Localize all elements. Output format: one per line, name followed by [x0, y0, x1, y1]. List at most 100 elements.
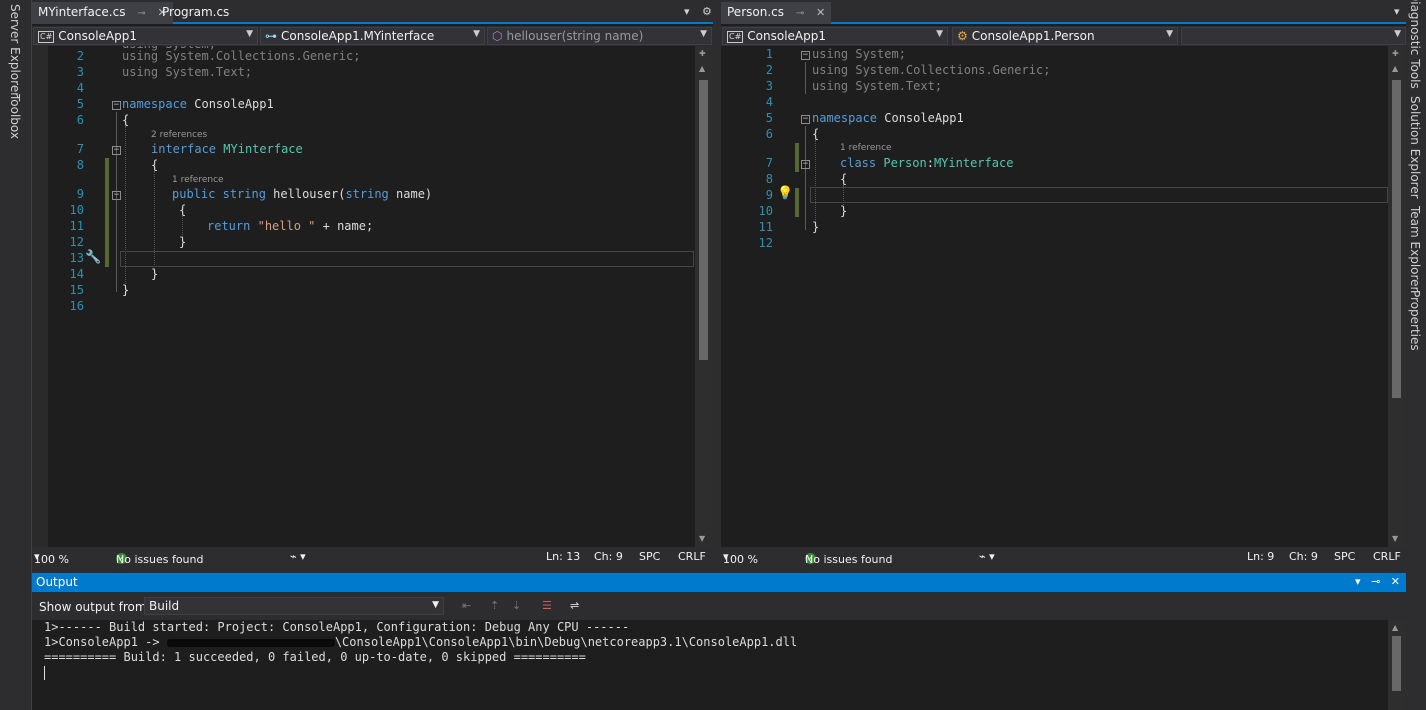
server-explorer-tab[interactable]: Server Explorer — [8, 4, 22, 97]
split-icon[interactable]: ✚ — [1392, 49, 1399, 58]
line-number: 2 — [76, 49, 84, 63]
pin-icon[interactable]: ⊸ — [1371, 575, 1380, 588]
code-line: { — [812, 127, 820, 141]
output-panel: Output ▾ ⊸ ✕ Show output from: Build ▼ ⇤… — [32, 573, 1406, 710]
properties-tab[interactable]: Properties — [1408, 290, 1422, 351]
right-vertical-scrollbar[interactable]: ✚ ▲ ▼ — [1388, 46, 1406, 547]
collapse-toggle[interactable]: − — [112, 146, 121, 155]
whitespace-indicator: SPC — [1334, 550, 1356, 563]
split-icon[interactable]: ✚ — [699, 49, 706, 58]
glyph-margin — [32, 46, 48, 547]
code-line: using System; — [812, 47, 906, 61]
codelens-references[interactable]: 1 reference — [172, 175, 224, 185]
right-tool-strip: Diagnostic Tools Solution Explorer Team … — [1406, 0, 1426, 710]
line-ending-indicator[interactable]: CRLF — [678, 550, 706, 563]
code-line: namespace ConsoleApp1 — [122, 97, 274, 111]
scrollbar-thumb[interactable] — [1392, 636, 1401, 691]
close-icon[interactable]: ✕ — [816, 6, 825, 19]
output-line: ========== Build: 1 succeeded, 0 failed,… — [44, 650, 586, 664]
diagnostic-tools-tab[interactable]: Diagnostic Tools — [1408, 0, 1422, 89]
code-line: } — [179, 235, 187, 249]
chevron-down-icon: ▼ — [1166, 29, 1173, 39]
right-code-editor[interactable]: 1 2 3 4 5 6 7 8 9 10 11 12 − − − using S… — [737, 46, 1388, 547]
line-ending-indicator[interactable]: CRLF — [1373, 550, 1401, 563]
tab-list-dropdown-icon[interactable]: ▾ — [684, 5, 690, 18]
output-text[interactable]: 1>------ Build started: Project: Console… — [44, 620, 797, 665]
pin-icon[interactable]: ⊸ — [137, 8, 145, 19]
toolbox-tab[interactable]: Toolbox — [8, 94, 22, 139]
type-dropdown[interactable]: ⚙ ConsoleApp1.Person ▼ — [952, 27, 1178, 45]
codelens-references[interactable]: 2 references — [151, 130, 207, 140]
brush-icon[interactable]: ⌁ ▾ — [979, 550, 995, 563]
team-explorer-tab[interactable]: Team Explorer — [1408, 206, 1422, 292]
output-line: 1>------ Build started: Project: Console… — [44, 620, 630, 634]
collapse-toggle[interactable]: − — [112, 101, 121, 110]
type-dropdown[interactable]: ⊶ ConsoleApp1.MYinterface ▼ — [260, 27, 485, 45]
line-number: 11 — [758, 220, 773, 234]
lightbulb-icon[interactable]: 💡 — [777, 186, 793, 201]
member-dropdown[interactable]: ▼ — [1181, 27, 1406, 45]
indent-guide — [125, 126, 126, 296]
fold-line — [805, 62, 806, 94]
clear-all-icon[interactable]: ☰ — [542, 599, 552, 612]
collapse-toggle[interactable]: − — [801, 51, 810, 60]
current-line-highlight — [810, 187, 1388, 203]
chevron-down-icon: ▼ — [700, 29, 707, 39]
line-number: 4 — [765, 95, 773, 109]
project-dropdown[interactable]: C# ConsoleApp1 ▼ — [33, 27, 258, 45]
left-vertical-scrollbar[interactable]: ✚ ▲ ▼ — [695, 46, 713, 547]
codelens-references[interactable]: 1 reference — [840, 143, 892, 153]
redacted-path — [166, 638, 335, 647]
zoom-dropdown[interactable]: 100 % ▾ — [723, 550, 758, 566]
tab-list-dropdown-icon[interactable]: ▾ — [1394, 5, 1400, 18]
left-navigation-bar: C# ConsoleApp1 ▼ ⊶ ConsoleApp1.MYinterface ▼… — [32, 26, 713, 46]
output-source-dropdown[interactable]: Build ▼ — [144, 597, 444, 615]
tab-label: Person.cs — [727, 5, 784, 19]
zoom-dropdown[interactable]: 100 % ▾ — [34, 550, 69, 566]
indent-guide — [815, 140, 816, 226]
text-cursor — [44, 666, 45, 680]
next-message-icon[interactable]: ⇣ — [512, 599, 521, 612]
window-menu-icon[interactable]: ▾ — [1355, 575, 1361, 588]
show-output-label: Show output from: — [39, 600, 151, 614]
find-message-icon[interactable]: ⇤ — [462, 599, 471, 612]
previous-message-icon[interactable]: ⇡ — [490, 599, 499, 612]
code-line: interface MYinterface — [151, 142, 303, 156]
close-icon[interactable]: ✕ — [1391, 575, 1400, 588]
line-number: 3 — [765, 79, 773, 93]
scrollbar-thumb[interactable] — [699, 80, 708, 360]
line-number: 3 — [76, 65, 84, 79]
tab-person[interactable]: Person.cs ⊸ ✕ — [721, 2, 832, 24]
line-number: 10 — [758, 204, 773, 218]
line-indicator: Ln: 9 — [1247, 550, 1275, 563]
line-number: 5 — [765, 111, 773, 125]
chevron-down-icon: ▼ — [246, 29, 253, 39]
left-code-editor[interactable]: using System; 2 3 4 5 6 7 8 9 10 11 12 1… — [32, 46, 695, 547]
brush-icon[interactable]: ⌁ ▾ — [290, 550, 306, 563]
scroll-down-icon[interactable]: ▼ — [1392, 534, 1398, 543]
collapse-toggle[interactable]: − — [801, 160, 810, 169]
right-tab-bar: Person.cs ⊸ ✕ ▾ — [721, 0, 1406, 24]
code-line: namespace ConsoleApp1 — [812, 111, 964, 125]
pin-icon[interactable]: ⊸ — [796, 8, 804, 19]
member-dropdown[interactable]: ⬡ hellouser(string name) ▼ — [487, 27, 712, 45]
output-vertical-scrollbar[interactable]: ▲ — [1388, 620, 1406, 710]
collapse-toggle[interactable]: − — [801, 115, 810, 124]
scroll-up-icon[interactable]: ▲ — [1392, 64, 1398, 73]
scrollbar-thumb[interactable] — [1392, 80, 1401, 398]
chevron-down-icon: ▼ — [936, 29, 943, 39]
scroll-up-icon[interactable]: ▲ — [699, 64, 705, 73]
scroll-down-icon[interactable]: ▼ — [699, 534, 705, 543]
class-icon: ⚙ — [957, 29, 968, 43]
solution-explorer-tab[interactable]: Solution Explorer — [1408, 96, 1422, 199]
word-wrap-icon[interactable]: ⇌ — [570, 599, 579, 612]
gear-icon[interactable]: ⚙ — [702, 5, 712, 18]
project-dropdown[interactable]: C# ConsoleApp1 ▼ — [722, 27, 948, 45]
screwdriver-icon[interactable]: 🔧 — [85, 250, 101, 265]
collapse-toggle[interactable]: − — [112, 191, 121, 200]
scroll-up-icon[interactable]: ▲ — [1392, 623, 1398, 632]
tab-program[interactable]: Program.cs — [156, 2, 235, 24]
fold-line — [116, 112, 117, 292]
tab-myinterface[interactable]: MYinterface.cs ⊸ ✕ — [32, 2, 173, 24]
right-navigation-bar: C# ConsoleApp1 ▼ ⚙ ConsoleApp1.Person ▼ ▼ — [721, 26, 1406, 46]
